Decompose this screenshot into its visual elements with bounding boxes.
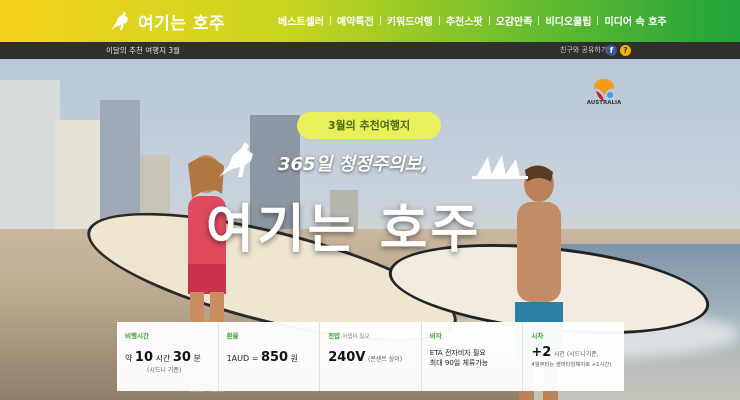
exchange-unit: 원: [290, 354, 299, 363]
flight-minutes: 30: [172, 350, 191, 365]
info-label: 환율: [226, 332, 239, 340]
visa-line-1: ETA 전자비자 필요: [429, 349, 486, 357]
info-label: 비행시간: [125, 332, 149, 340]
exchange-from: 1AUD =: [226, 354, 259, 363]
info-label: 비자: [429, 332, 442, 340]
monthly-recommendation-title: 이달의 추천 여행지 3월: [106, 46, 181, 55]
hero-headline: 여기는 호주: [206, 200, 482, 260]
main-menu: 베스트셀러 예약특전 키워드여행 추천스팟 오감만족 비디오클립 미디어 속 호…: [272, 11, 673, 29]
exchange-amount: 850: [260, 350, 289, 365]
top-navigation: 여기는 호주 베스트셀러 예약특전 키워드여행 추천스팟 오감만족 비디오클립 …: [0, 0, 740, 42]
kangaroo-logo-icon: [111, 12, 128, 30]
share-icon[interactable]: ?: [620, 45, 631, 56]
facebook-icon[interactable]: f: [606, 45, 617, 56]
site-logo[interactable]: 여기는 호주: [108, 7, 225, 35]
australia-logo-text: AUSTRALIA: [586, 100, 622, 106]
info-flight-time: 비행시간 약 10 시간 30 분 (시드니 기준): [117, 322, 219, 391]
info-visa: 비자 ETA 전자비자 필요 최대 90일 체류가능: [422, 322, 524, 391]
nav-item-keyword-travel[interactable]: 키워드여행: [381, 13, 439, 28]
flight-hours: 10: [134, 350, 154, 365]
time-diff-note-2: 4월부터는 썸머타임해지로 +1시간): [531, 362, 612, 368]
nav-item-five-senses[interactable]: 오감만족: [490, 13, 539, 28]
voltage-label: 전압: [328, 332, 341, 340]
visa-line-2: 최대 90일 체류가능: [429, 359, 489, 367]
hero-slogan: 365일 청정주의보,: [278, 154, 429, 175]
flight-prefix: 약: [125, 354, 133, 363]
australia-logo-icon: [594, 79, 614, 101]
time-diff-value: +2 시간 (시드니기준,: [531, 345, 616, 360]
voltage-amount: 240V: [328, 350, 366, 365]
info-label: 전압 어댑터 필요: [328, 330, 413, 340]
nav-item-booking-benefits[interactable]: 예약특전: [331, 13, 380, 28]
month-recommend-pill: 3월의 추천여행지: [297, 112, 441, 139]
info-time-difference: 시차 +2 시간 (시드니기준, 4월부터는 썸머타임해지로 +1시간): [523, 322, 624, 391]
voltage-value: 240V (콘센트 상이): [328, 350, 413, 365]
info-label: 시차: [531, 332, 544, 340]
opera-house-icon: [472, 155, 528, 179]
travel-info-bar: 비행시간 약 10 시간 30 분 (시드니 기준) 환율 1AUD = 850…: [117, 322, 624, 391]
nav-item-video-clips[interactable]: 비디오클립: [539, 13, 597, 28]
flight-time-value: 약 10 시간 30 분: [125, 350, 210, 365]
nav-item-media[interactable]: 미디어 속 호주: [598, 13, 672, 28]
info-voltage: 전압 어댑터 필요 240V (콘센트 상이): [320, 322, 422, 391]
visa-details: ETA 전자비자 필요 최대 90일 체류가능: [430, 348, 515, 368]
time-diff-note-1: 시간 (시드니기준,: [553, 351, 599, 358]
time-diff-amount: +2: [531, 345, 552, 360]
voltage-label-note: 어댑터 필요: [342, 334, 370, 340]
nav-item-bestseller[interactable]: 베스트셀러: [272, 13, 330, 28]
flight-note: (시드니 기준): [147, 367, 182, 374]
info-exchange-rate: 환율 1AUD = 850 원: [219, 322, 321, 391]
flight-minutes-unit: 분: [193, 354, 201, 363]
nav-item-recommended-spots[interactable]: 추천스팟: [440, 13, 489, 28]
exchange-value: 1AUD = 850 원: [227, 350, 312, 365]
sub-bar: 이달의 추천 여행지 3월 친구와 공유하기 f ?: [0, 42, 740, 59]
share-label: 친구와 공유하기: [560, 46, 608, 54]
building: [0, 80, 60, 250]
voltage-note: (콘센트 상이): [367, 356, 403, 363]
flight-hours-unit: 시간: [155, 354, 171, 363]
kangaroo-icon: [219, 142, 253, 177]
logo-text: 여기는 호주: [138, 13, 226, 34]
